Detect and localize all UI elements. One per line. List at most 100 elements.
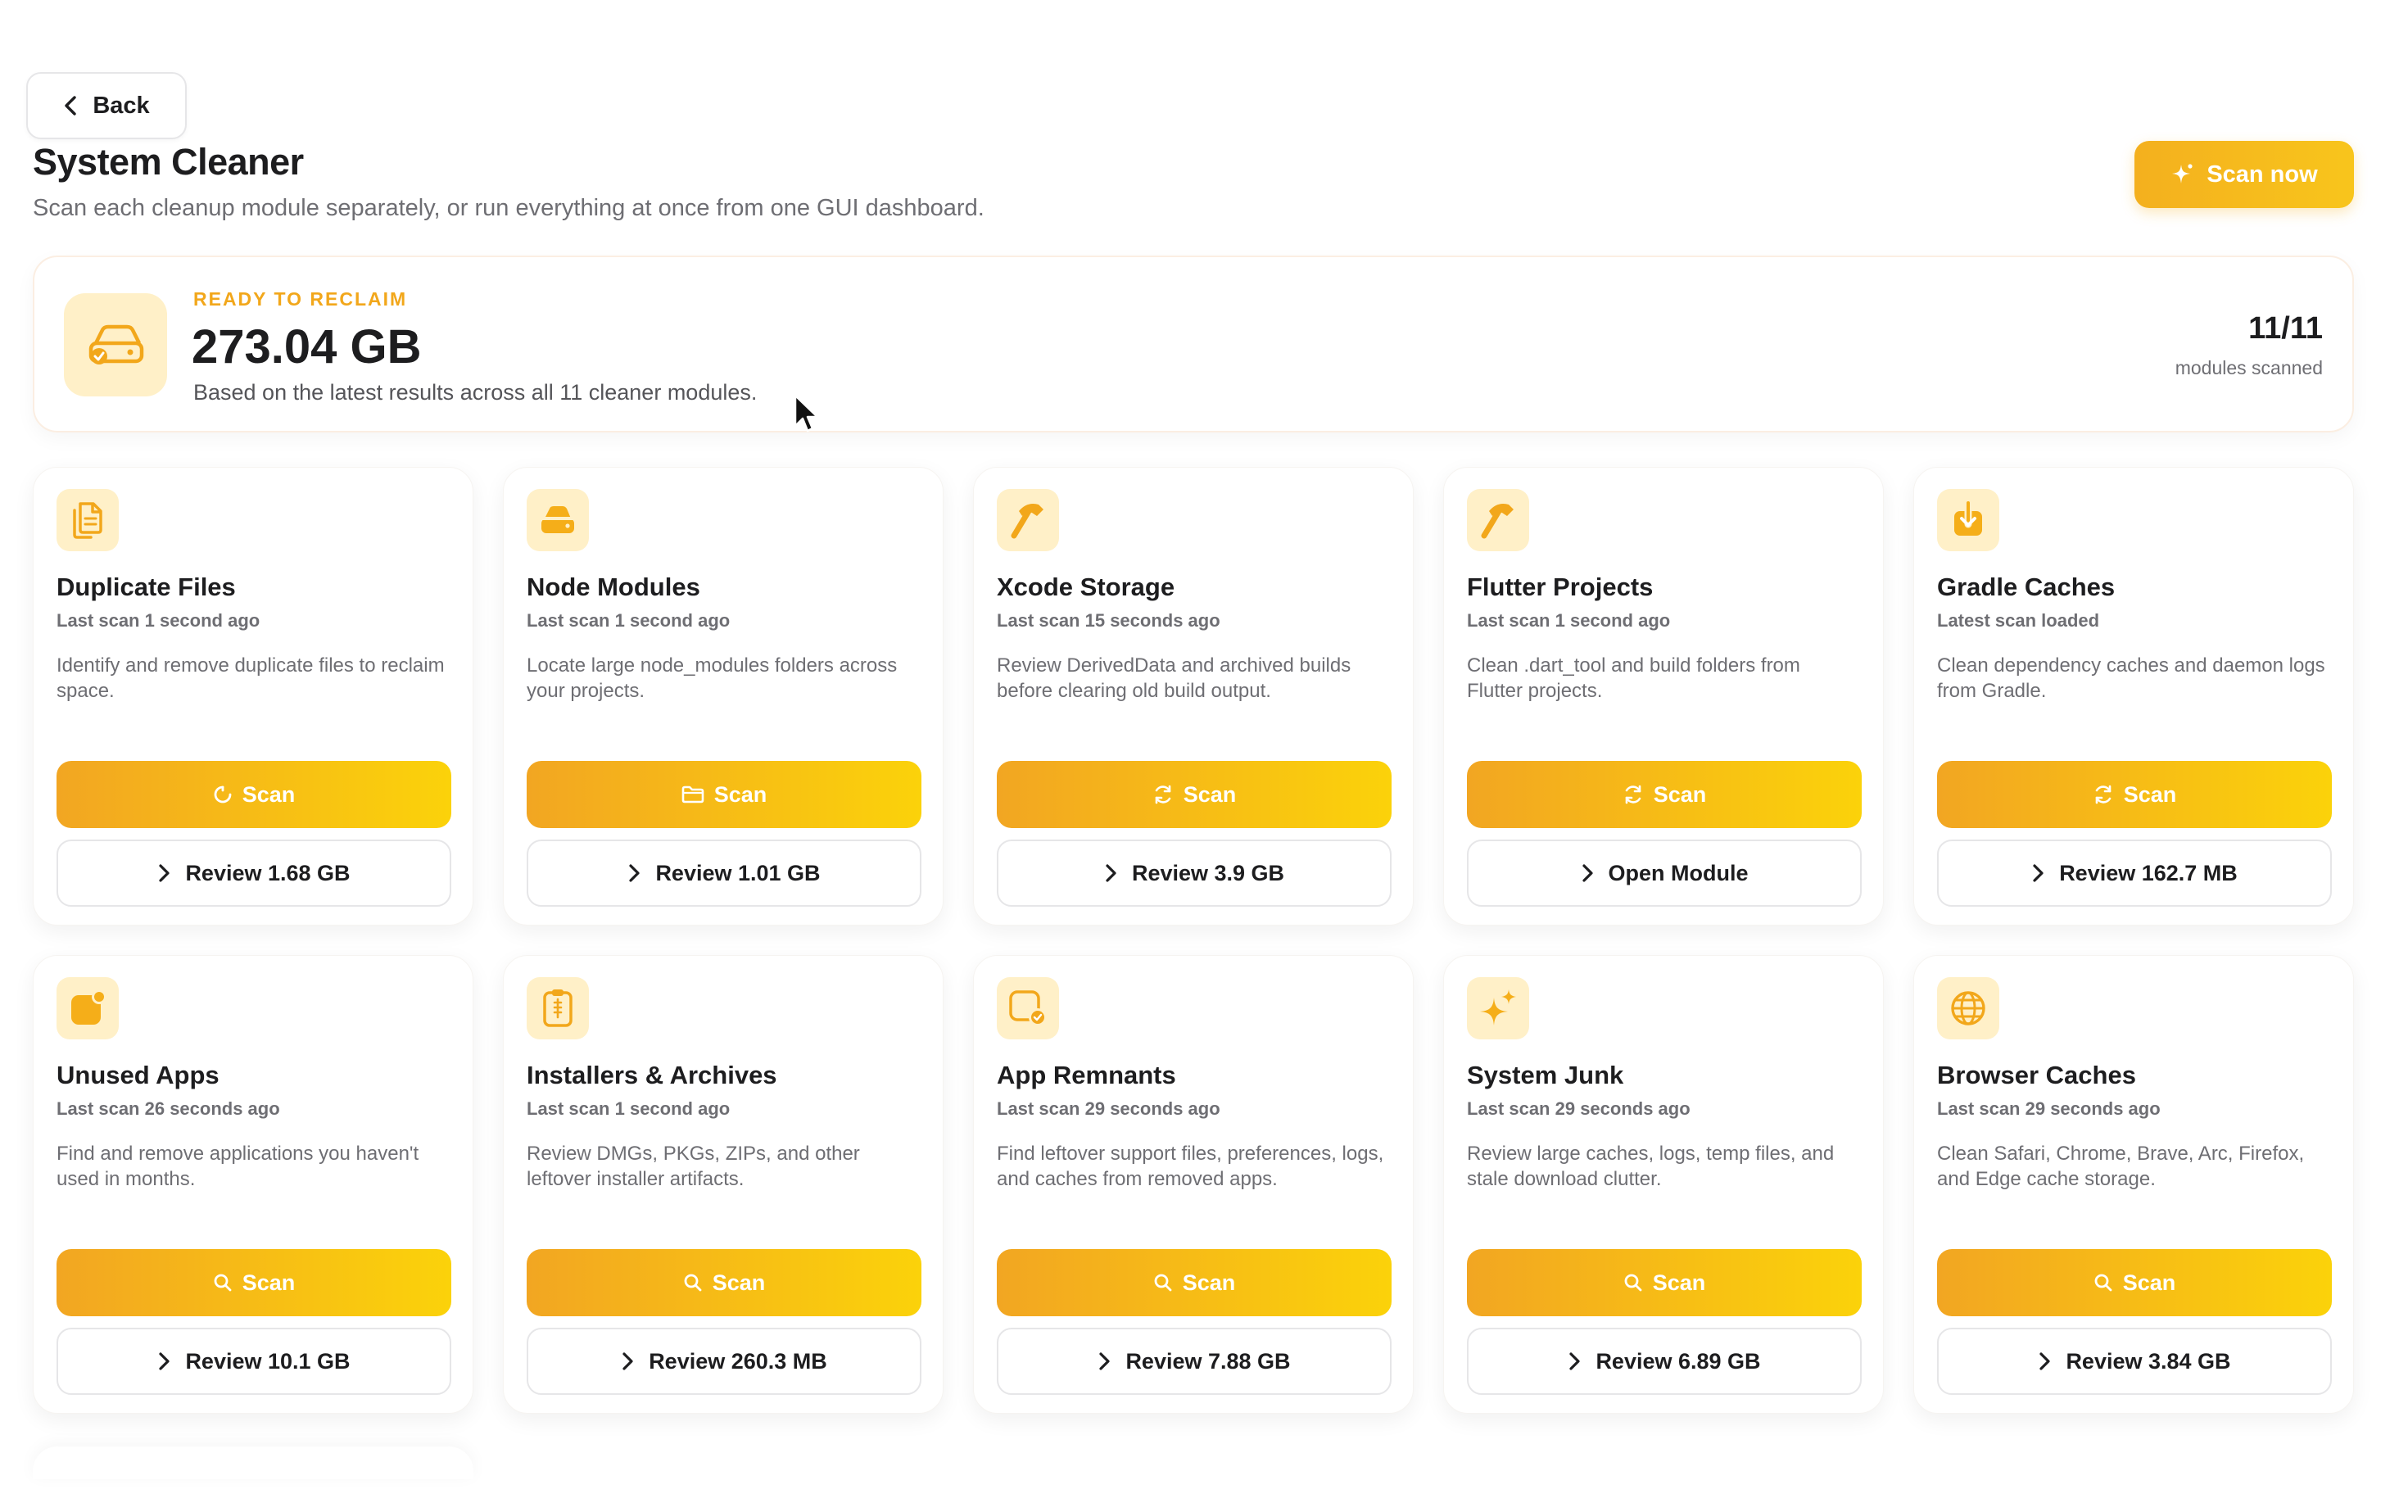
review-label: Review 7.88 GB: [1125, 1348, 1291, 1374]
scan-now-label: Scan now: [2207, 161, 2318, 188]
search-icon: [1623, 1273, 1643, 1292]
review-label: Open Module: [1608, 860, 1749, 885]
scan-label: Scan: [242, 1270, 296, 1295]
module-title: Gradle Caches: [1937, 573, 2116, 601]
module-last-scan: Last scan 1 second ago: [527, 610, 731, 631]
module-title: Installers & Archives: [527, 1061, 777, 1089]
review-label: Review 1.01 GB: [655, 860, 821, 885]
app-check-icon: [997, 977, 1059, 1039]
module-description: Find and remove applications you haven't…: [57, 1143, 419, 1190]
modules-scanned-count: 11/11: [2248, 311, 2323, 346]
review-button-app-remnants[interactable]: Review 7.88 GB: [997, 1328, 1392, 1395]
archive-icon: [527, 977, 589, 1039]
module-last-scan: Last scan 15 seconds ago: [997, 610, 1220, 631]
module-description: Identify and remove duplicate files to r…: [57, 654, 445, 702]
summary-description: Based on the latest results across all 1…: [193, 380, 758, 405]
summary-label: READY TO RECLAIM: [193, 288, 408, 310]
module-title: Node Modules: [527, 573, 700, 601]
module-card-system-junk: System Junk Last scan 29 seconds ago Rev…: [1443, 955, 1884, 1414]
scan-label: Scan: [1652, 1270, 1706, 1295]
scan-button-system-junk[interactable]: Scan: [1467, 1249, 1862, 1316]
module-last-scan: Latest scan loaded: [1937, 610, 2100, 631]
module-card-unused-apps: Unused Apps Last scan 26 seconds ago Fin…: [33, 955, 473, 1414]
module-card-partial: [33, 1446, 473, 1479]
module-description: Clean .dart_tool and build folders from …: [1467, 654, 1800, 702]
download-tray-icon: [1937, 489, 1999, 551]
review-button-gradle-caches[interactable]: Review 162.7 MB: [1937, 840, 2332, 907]
scan-label: Scan: [1182, 1270, 1236, 1295]
hammer-icon: [997, 489, 1059, 551]
module-last-scan: Last scan 1 second ago: [527, 1098, 731, 1119]
module-description: Clean dependency caches and daemon logs …: [1937, 654, 2325, 702]
scan-button-flutter-projects[interactable]: Scan: [1467, 761, 1862, 828]
review-button-unused-apps[interactable]: Review 10.1 GB: [57, 1328, 451, 1395]
scan-button-node-modules[interactable]: Scan: [527, 761, 921, 828]
app-badge-icon: [57, 977, 119, 1039]
module-card-xcode-storage: Xcode Storage Last scan 15 seconds ago R…: [973, 467, 1414, 926]
scan-button-duplicate-files[interactable]: Scan: [57, 761, 451, 828]
scan-label: Scan: [713, 781, 767, 807]
review-label: Review 10.1 GB: [185, 1348, 351, 1374]
module-description: Review large caches, logs, temp files, a…: [1467, 1143, 1835, 1190]
module-card-duplicate-files: Duplicate Files Last scan 1 second ago I…: [33, 467, 473, 926]
module-card-gradle-caches: Gradle Caches Latest scan loaded Clean d…: [1913, 467, 2354, 926]
refresh-icon: [2093, 784, 2114, 805]
search-icon: [1153, 1273, 1173, 1292]
review-button-system-junk[interactable]: Review 6.89 GB: [1467, 1328, 1862, 1395]
refresh-icon: [1152, 784, 1174, 805]
review-button-installers-and-archives[interactable]: Review 260.3 MB: [527, 1328, 921, 1395]
review-label: Review 3.84 GB: [2066, 1348, 2231, 1374]
review-button-duplicate-files[interactable]: Review 1.68 GB: [57, 840, 451, 907]
module-title: System Junk: [1467, 1061, 1624, 1089]
scan-button-browser-caches[interactable]: Scan: [1937, 1249, 2332, 1316]
page-subtitle: Scan each cleanup module separately, or …: [33, 195, 984, 221]
hammer-icon: [1467, 489, 1529, 551]
summary-card: READY TO RECLAIM 273.04 GB Based on the …: [33, 256, 2354, 432]
scan-button-app-remnants[interactable]: Scan: [997, 1249, 1392, 1316]
review-button-node-modules[interactable]: Review 1.01 GB: [527, 840, 921, 907]
module-title: Browser Caches: [1937, 1061, 2136, 1089]
back-button[interactable]: Back: [26, 72, 187, 139]
module-grid: Duplicate Files Last scan 1 second ago I…: [33, 467, 2354, 1414]
scan-label: Scan: [242, 781, 296, 807]
globe-icon: [1937, 977, 1999, 1039]
module-last-scan: Last scan 26 seconds ago: [57, 1098, 280, 1119]
mouse-cursor: [793, 393, 821, 434]
chevron-right-icon: [2031, 863, 2044, 883]
chevron-right-icon: [621, 1351, 634, 1371]
chevron-right-icon: [2038, 1351, 2051, 1371]
scan-button-gradle-caches[interactable]: Scan: [1937, 761, 2332, 828]
chevron-right-icon: [627, 863, 640, 883]
scan-button-unused-apps[interactable]: Scan: [57, 1249, 451, 1316]
module-last-scan: Last scan 29 seconds ago: [997, 1098, 1220, 1119]
refresh-icon: [1623, 784, 1644, 805]
documents-icon: [57, 489, 119, 551]
drive-check-icon: [64, 293, 167, 396]
module-title: Unused Apps: [57, 1061, 220, 1089]
modules-scanned-label: modules scanned: [2175, 357, 2323, 378]
scan-button-xcode-storage[interactable]: Scan: [997, 761, 1392, 828]
review-button-xcode-storage[interactable]: Review 3.9 GB: [997, 840, 1392, 907]
search-icon: [2093, 1273, 2113, 1292]
chevron-right-icon: [157, 1351, 170, 1371]
module-last-scan: Last scan 1 second ago: [57, 610, 260, 631]
review-button-flutter-projects[interactable]: Open Module: [1467, 840, 1862, 907]
review-label: Review 162.7 MB: [2059, 860, 2238, 885]
module-title: Flutter Projects: [1467, 573, 1654, 601]
module-last-scan: Last scan 1 second ago: [1467, 610, 1671, 631]
module-description: Locate large node_modules folders across…: [527, 654, 898, 702]
module-last-scan: Last scan 29 seconds ago: [1467, 1098, 1691, 1119]
module-title: Xcode Storage: [997, 573, 1175, 601]
review-label: Review 260.3 MB: [649, 1348, 827, 1374]
scan-button-installers-and-archives[interactable]: Scan: [527, 1249, 921, 1316]
module-card-flutter-projects: Flutter Projects Last scan 1 second ago …: [1443, 467, 1884, 926]
scan-label: Scan: [1183, 781, 1237, 807]
chevron-right-icon: [1568, 1351, 1581, 1371]
module-card-browser-caches: Browser Caches Last scan 29 seconds ago …: [1913, 955, 2354, 1414]
review-label: Review 3.9 GB: [1131, 860, 1285, 885]
review-label: Review 1.68 GB: [185, 860, 351, 885]
module-last-scan: Last scan 29 seconds ago: [1937, 1098, 2161, 1119]
scan-now-button[interactable]: Scan now: [2134, 141, 2354, 208]
page-title: System Cleaner: [33, 141, 304, 183]
review-button-browser-caches[interactable]: Review 3.84 GB: [1937, 1328, 2332, 1395]
